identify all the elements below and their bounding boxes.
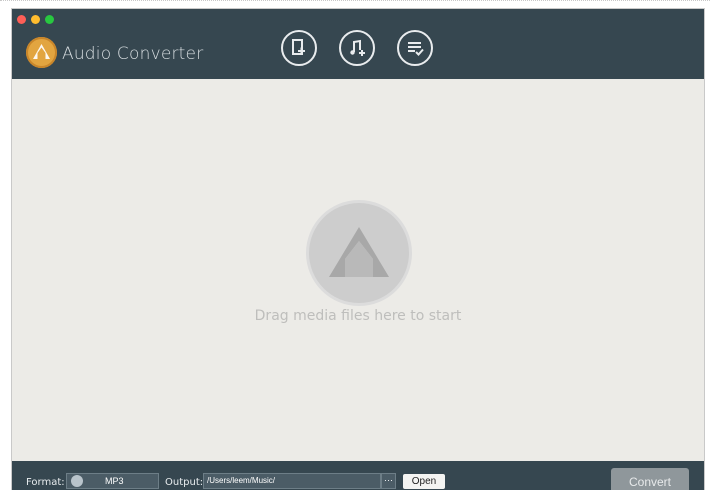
music-plus-icon xyxy=(350,39,365,56)
output-path-field[interactable]: /Users/leem/Music/ xyxy=(203,473,381,489)
title-bar: Audio Converter xyxy=(12,9,704,79)
format-select[interactable]: MP3 xyxy=(66,473,159,489)
format-icon xyxy=(71,475,83,487)
minimize-window-button[interactable] xyxy=(31,15,40,24)
drop-logo-icon xyxy=(309,203,409,303)
convert-button[interactable]: Convert xyxy=(611,468,689,490)
add-files-button[interactable] xyxy=(281,30,317,66)
window-controls xyxy=(17,15,54,24)
add-music-button[interactable] xyxy=(339,30,375,66)
format-label: Format: xyxy=(26,477,65,488)
drop-hint-text: Drag media files here to start xyxy=(254,308,462,324)
conversion-list-button[interactable] xyxy=(397,30,433,66)
bottom-bar: Format: MP3 Output: /Users/leem/Music/ ·… xyxy=(12,461,704,490)
file-plus-icon xyxy=(292,39,305,55)
browse-button[interactable]: ··· xyxy=(381,473,396,489)
app-logo-icon xyxy=(26,37,57,68)
output-path-value: /Users/leem/Music/ xyxy=(207,476,276,485)
desktop-edge xyxy=(0,0,710,6)
list-check-icon xyxy=(408,42,424,56)
format-value: MP3 xyxy=(105,476,124,486)
zoom-window-button[interactable] xyxy=(45,15,54,24)
app-title: Audio Converter xyxy=(62,44,204,64)
output-label: Output: xyxy=(165,477,204,488)
open-button[interactable]: Open xyxy=(403,474,445,489)
drop-area[interactable]: Drag media files here to start xyxy=(12,79,704,461)
app-window: Audio Converter Drag media files here to… xyxy=(12,9,704,490)
close-window-button[interactable] xyxy=(17,15,26,24)
